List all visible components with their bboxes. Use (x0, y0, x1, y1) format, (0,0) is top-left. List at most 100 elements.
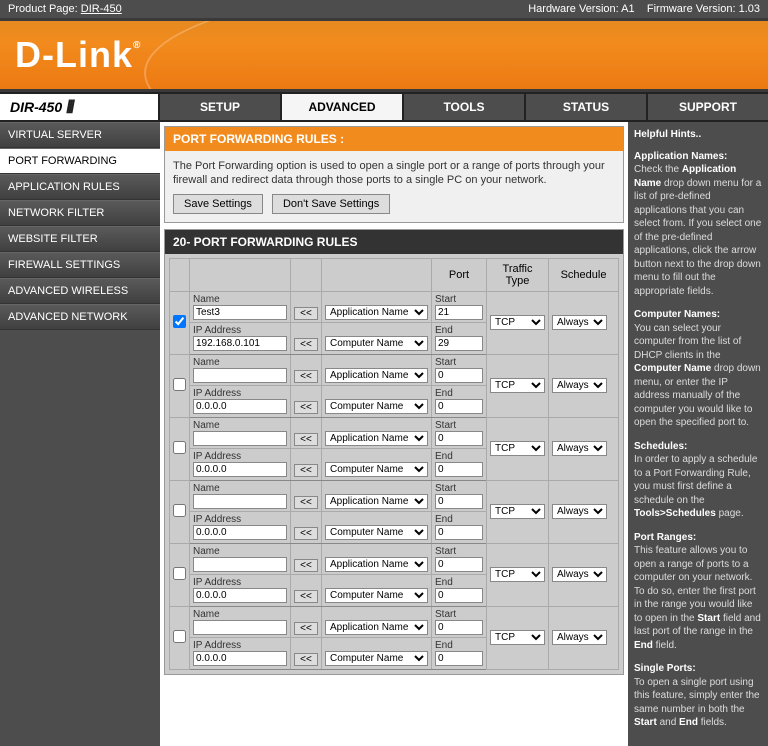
ip-input[interactable] (193, 336, 287, 351)
port-start-input[interactable] (435, 305, 483, 320)
sidebar-item-application-rules[interactable]: APPLICATION RULES (0, 174, 160, 200)
table-row: Name<<Application NameStartTCPAlways (170, 480, 619, 511)
traffic-select[interactable]: TCP (490, 630, 545, 645)
dont-save-button[interactable]: Don't Save Settings (272, 194, 390, 214)
comp-name-select[interactable]: Computer Name (325, 525, 428, 540)
port-start-input[interactable] (435, 557, 483, 572)
tab-setup[interactable]: SETUP (160, 94, 282, 120)
table-row: Name<<Application NameStartTCPAlways (170, 291, 619, 322)
row-enable-checkbox[interactable] (173, 630, 186, 643)
apply-comp-button[interactable]: << (294, 464, 318, 477)
intro-body: The Port Forwarding option is used to op… (165, 151, 623, 222)
col-port: Port (432, 258, 487, 291)
traffic-select[interactable]: TCP (490, 567, 545, 582)
port-end-input[interactable] (435, 588, 483, 603)
app-name-select[interactable]: Application Name (325, 557, 428, 572)
row-enable-checkbox[interactable] (173, 315, 186, 328)
sidebar-item-advanced-wireless[interactable]: ADVANCED WIRELESS (0, 278, 160, 304)
port-start-input[interactable] (435, 368, 483, 383)
apply-comp-button[interactable]: << (294, 653, 318, 666)
schedule-select[interactable]: Always (552, 441, 607, 456)
apply-comp-button[interactable]: << (294, 338, 318, 351)
ip-label: IP Address (193, 325, 287, 336)
sidebar-item-port-forwarding[interactable]: PORT FORWARDING (0, 148, 160, 174)
port-start-input[interactable] (435, 431, 483, 446)
tab-status[interactable]: STATUS (526, 94, 648, 120)
ip-input[interactable] (193, 651, 287, 666)
port-end-input[interactable] (435, 651, 483, 666)
apply-comp-button[interactable]: << (294, 590, 318, 603)
sidebar-item-firewall-settings[interactable]: FIREWALL SETTINGS (0, 252, 160, 278)
ip-input[interactable] (193, 588, 287, 603)
row-enable-checkbox[interactable] (173, 441, 186, 454)
apply-app-button[interactable]: << (294, 559, 318, 572)
app-name-select[interactable]: Application Name (325, 305, 428, 320)
ip-input[interactable] (193, 525, 287, 540)
row-enable-checkbox[interactable] (173, 504, 186, 517)
schedule-select[interactable]: Always (552, 378, 607, 393)
product-label: Product Page: (8, 3, 78, 15)
sidebar-item-advanced-network[interactable]: ADVANCED NETWORK (0, 304, 160, 330)
port-end-input[interactable] (435, 462, 483, 477)
port-end-input[interactable] (435, 336, 483, 351)
name-input[interactable] (193, 305, 287, 320)
apply-comp-button[interactable]: << (294, 527, 318, 540)
comp-name-select[interactable]: Computer Name (325, 588, 428, 603)
ip-label: IP Address (193, 388, 287, 399)
help-title: Helpful Hints.. (634, 128, 762, 142)
apply-app-button[interactable]: << (294, 622, 318, 635)
fw-label: Firmware Version: (647, 3, 736, 15)
schedule-select[interactable]: Always (552, 567, 607, 582)
sidebar-item-network-filter[interactable]: NETWORK FILTER (0, 200, 160, 226)
tab-advanced[interactable]: ADVANCED (282, 94, 404, 120)
port-end-input[interactable] (435, 525, 483, 540)
comp-name-select[interactable]: Computer Name (325, 651, 428, 666)
product-link[interactable]: DIR-450 (81, 3, 122, 15)
tab-support[interactable]: SUPPORT (648, 94, 768, 120)
port-start-input[interactable] (435, 620, 483, 635)
app-name-select[interactable]: Application Name (325, 368, 428, 383)
tab-tools[interactable]: TOOLS (404, 94, 526, 120)
apply-app-button[interactable]: << (294, 370, 318, 383)
schedule-select[interactable]: Always (552, 504, 607, 519)
ip-input[interactable] (193, 399, 287, 414)
name-input[interactable] (193, 368, 287, 383)
comp-name-select[interactable]: Computer Name (325, 399, 428, 414)
sidebar-item-website-filter[interactable]: WEBSITE FILTER (0, 226, 160, 252)
ip-label: IP Address (193, 451, 287, 462)
row-enable-checkbox[interactable] (173, 567, 186, 580)
comp-name-select[interactable]: Computer Name (325, 336, 428, 351)
apply-app-button[interactable]: << (294, 496, 318, 509)
rules-section: 20- PORT FORWARDING RULES Port Traffic T… (164, 229, 624, 675)
table-row: Name<<Application NameStartTCPAlways (170, 354, 619, 385)
traffic-select[interactable]: TCP (490, 441, 545, 456)
apply-app-button[interactable]: << (294, 433, 318, 446)
apply-app-button[interactable]: << (294, 307, 318, 320)
traffic-select[interactable]: TCP (490, 315, 545, 330)
traffic-select[interactable]: TCP (490, 504, 545, 519)
traffic-select[interactable]: TCP (490, 378, 545, 393)
intro-desc: The Port Forwarding option is used to op… (173, 159, 615, 188)
row-enable-checkbox[interactable] (173, 378, 186, 391)
save-button[interactable]: Save Settings (173, 194, 263, 214)
port-start-input[interactable] (435, 494, 483, 509)
sidebar-item-virtual-server[interactable]: VIRTUAL SERVER (0, 122, 160, 148)
comp-name-select[interactable]: Computer Name (325, 462, 428, 477)
app-name-select[interactable]: Application Name (325, 494, 428, 509)
name-input[interactable] (193, 620, 287, 635)
table-row: Name<<Application NameStartTCPAlways (170, 543, 619, 574)
schedule-select[interactable]: Always (552, 315, 607, 330)
intro-title: PORT FORWARDING RULES : (165, 127, 623, 151)
name-input[interactable] (193, 557, 287, 572)
name-input[interactable] (193, 431, 287, 446)
content: PORT FORWARDING RULES : The Port Forward… (160, 122, 628, 746)
name-input[interactable] (193, 494, 287, 509)
port-end-input[interactable] (435, 399, 483, 414)
col-traffic: Traffic Type (487, 258, 549, 291)
ip-input[interactable] (193, 462, 287, 477)
schedule-select[interactable]: Always (552, 630, 607, 645)
start-label: Start (435, 357, 483, 368)
app-name-select[interactable]: Application Name (325, 431, 428, 446)
app-name-select[interactable]: Application Name (325, 620, 428, 635)
apply-comp-button[interactable]: << (294, 401, 318, 414)
